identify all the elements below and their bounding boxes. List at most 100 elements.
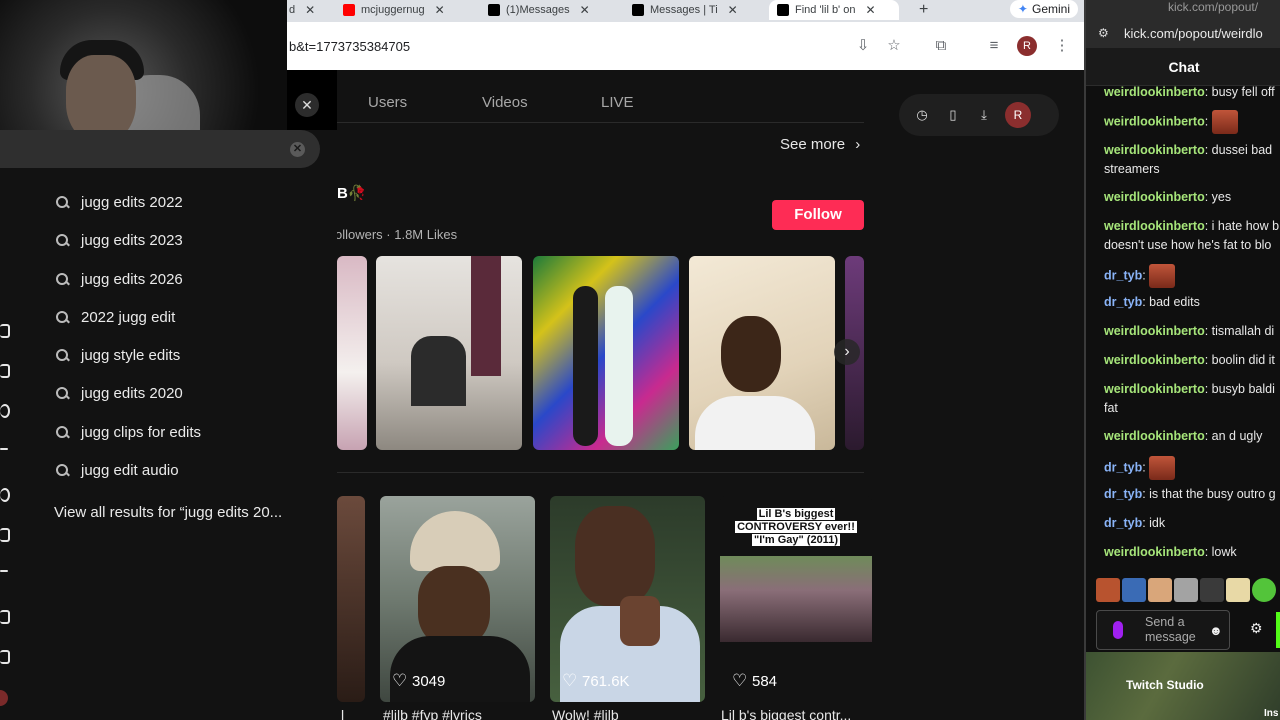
new-tab-button[interactable]: + bbox=[919, 0, 939, 20]
upload-icon[interactable] bbox=[0, 448, 8, 450]
bookmark-star-icon[interactable]: ☆ bbox=[884, 36, 904, 56]
chat-username[interactable]: dr_tyb bbox=[1104, 487, 1142, 501]
activity-icon[interactable] bbox=[0, 570, 8, 572]
emote-icon[interactable] bbox=[1096, 578, 1120, 602]
profile-video-thumbnail[interactable] bbox=[376, 256, 522, 450]
chat-username[interactable]: weirdlookinberto bbox=[1104, 545, 1205, 559]
close-icon[interactable]: ✕ bbox=[435, 3, 445, 17]
close-icon[interactable]: ✕ bbox=[305, 3, 315, 17]
emote-icon[interactable] bbox=[1174, 578, 1198, 602]
emote-icon[interactable] bbox=[1148, 578, 1172, 602]
live-icon[interactable] bbox=[0, 610, 10, 624]
view-all-results-link[interactable]: View all results for “jugg edits 20... bbox=[54, 504, 282, 521]
chat-username[interactable]: weirdlookinberto bbox=[1104, 429, 1205, 443]
tab-live[interactable]: LIVE bbox=[601, 94, 634, 111]
emote-icon[interactable] bbox=[1200, 578, 1224, 602]
suggestion-item[interactable]: jugg clips for edits bbox=[56, 419, 201, 445]
messages-icon[interactable] bbox=[0, 528, 10, 542]
phone-icon[interactable]: ▯ bbox=[944, 106, 962, 124]
chat-username[interactable]: weirdlookinberto bbox=[1104, 114, 1205, 128]
tab-partial[interactable]: d ✕ bbox=[289, 0, 327, 20]
search-icon bbox=[56, 233, 69, 247]
tab-find-lil-b[interactable]: Find 'lil b' on ✕ bbox=[769, 0, 899, 20]
chat-message-text: yes bbox=[1211, 190, 1232, 204]
suggestion-item[interactable]: jugg edits 2020 bbox=[56, 380, 183, 406]
tab-messages-2[interactable]: Messages | Ti ✕ bbox=[632, 0, 756, 20]
suggestion-item[interactable]: jugg edits 2022 bbox=[56, 189, 183, 215]
coin-icon[interactable]: ◷ bbox=[913, 106, 931, 124]
close-icon[interactable]: ✕ bbox=[580, 3, 590, 17]
follow-button[interactable]: Follow bbox=[772, 200, 864, 230]
search-input[interactable]: ✕ bbox=[0, 130, 320, 168]
video-caption[interactable]: Wolw! #lilb bbox=[552, 707, 702, 720]
chat-username[interactable]: dr_tyb bbox=[1104, 268, 1142, 282]
carousel-next-button[interactable]: › bbox=[834, 339, 860, 365]
chat-username[interactable]: dr_tyb bbox=[1104, 516, 1142, 530]
emote-icon[interactable] bbox=[1122, 578, 1146, 602]
microphone-icon[interactable] bbox=[1113, 621, 1123, 639]
video-caption[interactable]: Lil b's biggest contr... bbox=[721, 707, 871, 720]
search-icon bbox=[56, 195, 69, 209]
home-icon[interactable] bbox=[0, 324, 10, 338]
chat-emote-icon bbox=[1149, 264, 1176, 288]
install-icon[interactable]: ⇩ bbox=[853, 36, 873, 56]
chat-username[interactable]: weirdlookinberto bbox=[1104, 382, 1205, 396]
tab-label: d bbox=[289, 4, 296, 16]
chat-username[interactable]: weirdlookinberto bbox=[1104, 85, 1205, 99]
tab-videos[interactable]: Videos bbox=[482, 94, 528, 111]
url-text[interactable]: b&t=1773735384705 bbox=[289, 39, 410, 54]
explore-icon[interactable] bbox=[0, 364, 10, 378]
video-card[interactable] bbox=[337, 496, 365, 702]
chat-settings-icon[interactable]: ⚙ bbox=[1250, 620, 1263, 637]
tab-youtube[interactable]: mcjuggernug ✕ bbox=[343, 0, 469, 20]
search-icon bbox=[56, 463, 69, 477]
see-more-link[interactable]: See more › bbox=[780, 136, 860, 153]
menu-kebab-icon[interactable]: ⋮ bbox=[1052, 36, 1072, 56]
emote-icon[interactable] bbox=[1252, 578, 1276, 602]
chat-username[interactable]: weirdlookinberto bbox=[1104, 143, 1205, 157]
profile-avatar[interactable]: R bbox=[1017, 36, 1037, 56]
bucket-hat-shape bbox=[410, 511, 500, 571]
account-name[interactable]: B🥀 bbox=[337, 184, 367, 202]
suggestion-item[interactable]: jugg edits 2023 bbox=[56, 227, 183, 253]
profile-video-thumbnail[interactable] bbox=[337, 256, 367, 450]
close-icon[interactable]: ✕ bbox=[865, 3, 875, 17]
chat-popout-window: kick.com/popout/ ⚙ kick.com/popout/weird… bbox=[1084, 0, 1280, 720]
profile-video-thumbnail[interactable] bbox=[533, 256, 679, 450]
media-control-icon[interactable]: ≡ bbox=[984, 36, 1004, 56]
suggestion-item[interactable]: jugg edit audio bbox=[56, 457, 179, 483]
chat-message-text: idk bbox=[1149, 516, 1166, 530]
profile-video-thumbnail[interactable] bbox=[689, 256, 835, 450]
close-icon[interactable]: ✕ bbox=[728, 3, 738, 17]
chat-username[interactable]: weirdlookinberto bbox=[1104, 324, 1205, 338]
avatar[interactable] bbox=[0, 690, 8, 706]
clear-search-button[interactable]: ✕ bbox=[290, 142, 305, 157]
close-search-button[interactable]: ✕ bbox=[295, 93, 319, 117]
emoji-icon[interactable]: ☻ bbox=[1209, 623, 1223, 638]
chat-username[interactable]: dr_tyb bbox=[1104, 460, 1142, 474]
more-icon[interactable] bbox=[0, 650, 10, 664]
chat-username[interactable]: weirdlookinberto bbox=[1104, 353, 1205, 367]
send-button[interactable] bbox=[1276, 612, 1280, 648]
video-caption[interactable]: #lilb #fyp #lyrics bbox=[383, 707, 533, 720]
suggestion-label: jugg edits 2026 bbox=[81, 270, 183, 288]
suggestion-item[interactable]: 2022 jugg edit bbox=[56, 304, 175, 330]
tab-messages-1[interactable]: (1)Messages ✕ bbox=[488, 0, 610, 20]
emote-icon[interactable] bbox=[1226, 578, 1250, 602]
following-icon[interactable] bbox=[0, 404, 10, 418]
video-caption[interactable]: l bbox=[341, 707, 361, 720]
profile-icon[interactable] bbox=[0, 488, 10, 502]
gemini-button[interactable]: ✦ Gemini bbox=[1009, 0, 1078, 18]
chat-username[interactable]: dr_tyb bbox=[1104, 295, 1142, 309]
suggestion-item[interactable]: jugg style edits bbox=[56, 342, 180, 368]
chat-username[interactable]: weirdlookinberto bbox=[1104, 219, 1205, 233]
suggestion-item[interactable]: jugg edits 2026 bbox=[56, 266, 183, 292]
tab-users[interactable]: Users bbox=[368, 94, 407, 111]
site-settings-icon[interactable]: ⚙ bbox=[1098, 26, 1109, 40]
chat-input[interactable]: Send a message ☻ bbox=[1096, 610, 1230, 650]
lens-icon[interactable]: ⧉ bbox=[931, 36, 951, 56]
download-icon[interactable]: ⤓ bbox=[975, 106, 993, 124]
chat-username[interactable]: weirdlookinberto bbox=[1104, 190, 1205, 204]
avatar[interactable]: R bbox=[1005, 102, 1031, 128]
popout-url[interactable]: kick.com/popout/weirdlo bbox=[1124, 26, 1263, 41]
